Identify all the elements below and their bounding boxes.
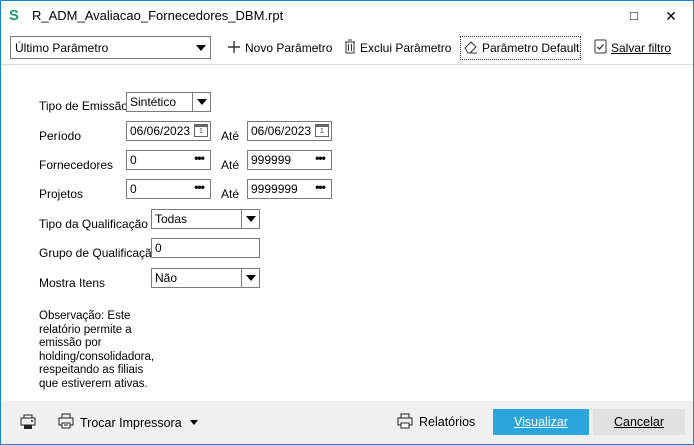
emission-type-label: Tipo de Emissão [39, 99, 128, 113]
suppliers-to-label: Até [221, 158, 240, 172]
printer-swap-icon [58, 413, 74, 432]
printer-settings-icon[interactable] [19, 413, 37, 435]
report-window: S R_ADM_Avaliacao_Fornecedores_DBM.rpt □… [0, 0, 694, 445]
new-parameter-button[interactable]: Novo Parâmetro [227, 36, 332, 60]
qualification-type-select[interactable]: Todas [151, 209, 260, 229]
emission-type-value: Sintético [130, 95, 177, 109]
printer-icon [397, 413, 413, 432]
qualification-group-label: Grupo de Qualificação [39, 246, 159, 260]
chevron-down-icon [241, 269, 259, 287]
suppliers-label: Fornecedores [39, 158, 114, 172]
reports-button[interactable]: Relatórios [397, 409, 475, 435]
projects-from-field[interactable]: 0 ••• [126, 179, 211, 199]
period-to-label: Até [221, 129, 240, 143]
qualification-group-field[interactable]: 0 [151, 238, 260, 258]
calendar-icon[interactable]: 1 [194, 124, 208, 137]
app-icon: S [9, 7, 20, 24]
parameter-select[interactable]: Último Parâmetro [10, 36, 211, 59]
plus-icon [227, 40, 241, 57]
reports-label: Relatórios [419, 415, 476, 429]
period-to-field[interactable]: 06/06/2023 1 [247, 121, 332, 141]
show-items-label: Mostra Itens [39, 276, 106, 290]
qualification-type-value: Todas [155, 212, 188, 226]
visualize-button[interactable]: Visualizar [493, 409, 589, 435]
window-title: R_ADM_Avaliacao_Fornecedores_DBM.rpt [32, 8, 284, 23]
calendar-icon[interactable]: 1 [315, 124, 329, 137]
period-from-value: 06/06/2023 [130, 124, 191, 138]
ellipsis-icon[interactable]: ••• [311, 180, 329, 198]
save-filter-button[interactable]: Salvar filtro [594, 36, 671, 60]
projects-label: Projetos [39, 187, 84, 201]
save-filter-icon [594, 39, 607, 57]
suppliers-to-value: 999999 [251, 153, 292, 167]
title-bar: S R_ADM_Avaliacao_Fornecedores_DBM.rpt □… [1, 1, 693, 31]
eraser-icon [463, 40, 478, 57]
change-printer-label: Trocar Impressora [80, 415, 182, 430]
chevron-down-icon [241, 210, 259, 228]
suppliers-from-value: 0 [130, 153, 137, 167]
trash-icon [344, 39, 356, 57]
maximize-button[interactable]: □ [619, 1, 649, 31]
default-parameter-button[interactable]: Parâmetro Default [460, 36, 581, 60]
projects-to-field[interactable]: 9999999 ••• [247, 179, 332, 199]
change-printer-button[interactable]: Trocar Impressora [58, 413, 198, 432]
footer-bar: Trocar Impressora Relatórios Visualizar … [1, 401, 693, 444]
ellipsis-icon[interactable]: ••• [190, 180, 208, 198]
parameter-form: Tipo de Emissão Sintético Período 06/06/… [1, 65, 693, 401]
close-button[interactable]: ✕ [649, 1, 693, 31]
emission-type-select[interactable]: Sintético [126, 92, 211, 112]
cancel-button[interactable]: Cancelar [593, 409, 685, 435]
projects-from-value: 0 [130, 182, 137, 196]
save-filter-label: Salvar filtro [611, 41, 672, 55]
delete-parameter-button[interactable]: Exclui Parâmetro [344, 36, 451, 60]
period-label: Período [39, 129, 82, 143]
delete-parameter-label: Exclui Parâmetro [360, 41, 452, 55]
projects-to-value: 9999999 [251, 182, 298, 196]
qualification-type-label: Tipo da Qualificação [39, 217, 148, 231]
new-parameter-label: Novo Parâmetro [245, 41, 333, 55]
show-items-value: Não [155, 271, 178, 285]
parameter-select-value: Último Parâmetro [15, 41, 109, 55]
period-to-value: 06/06/2023 [251, 124, 312, 138]
projects-to-label: Até [221, 187, 240, 201]
period-from-field[interactable]: 06/06/2023 1 [126, 121, 211, 141]
parameter-toolbar: Último Parâmetro Novo Parâmetro Exclui P… [1, 31, 693, 65]
chevron-down-icon [196, 45, 206, 51]
suppliers-to-field[interactable]: 999999 ••• [247, 150, 332, 170]
chevron-down-icon [192, 93, 210, 111]
chevron-down-icon [189, 420, 198, 425]
suppliers-from-field[interactable]: 0 ••• [126, 150, 211, 170]
ellipsis-icon[interactable]: ••• [190, 151, 208, 169]
qualification-group-value: 0 [155, 241, 162, 255]
observation-note: Observação: Este relatório permite a emi… [39, 310, 155, 390]
ellipsis-icon[interactable]: ••• [311, 151, 329, 169]
default-parameter-label: Parâmetro Default [482, 41, 580, 55]
show-items-select[interactable]: Não [151, 268, 260, 288]
